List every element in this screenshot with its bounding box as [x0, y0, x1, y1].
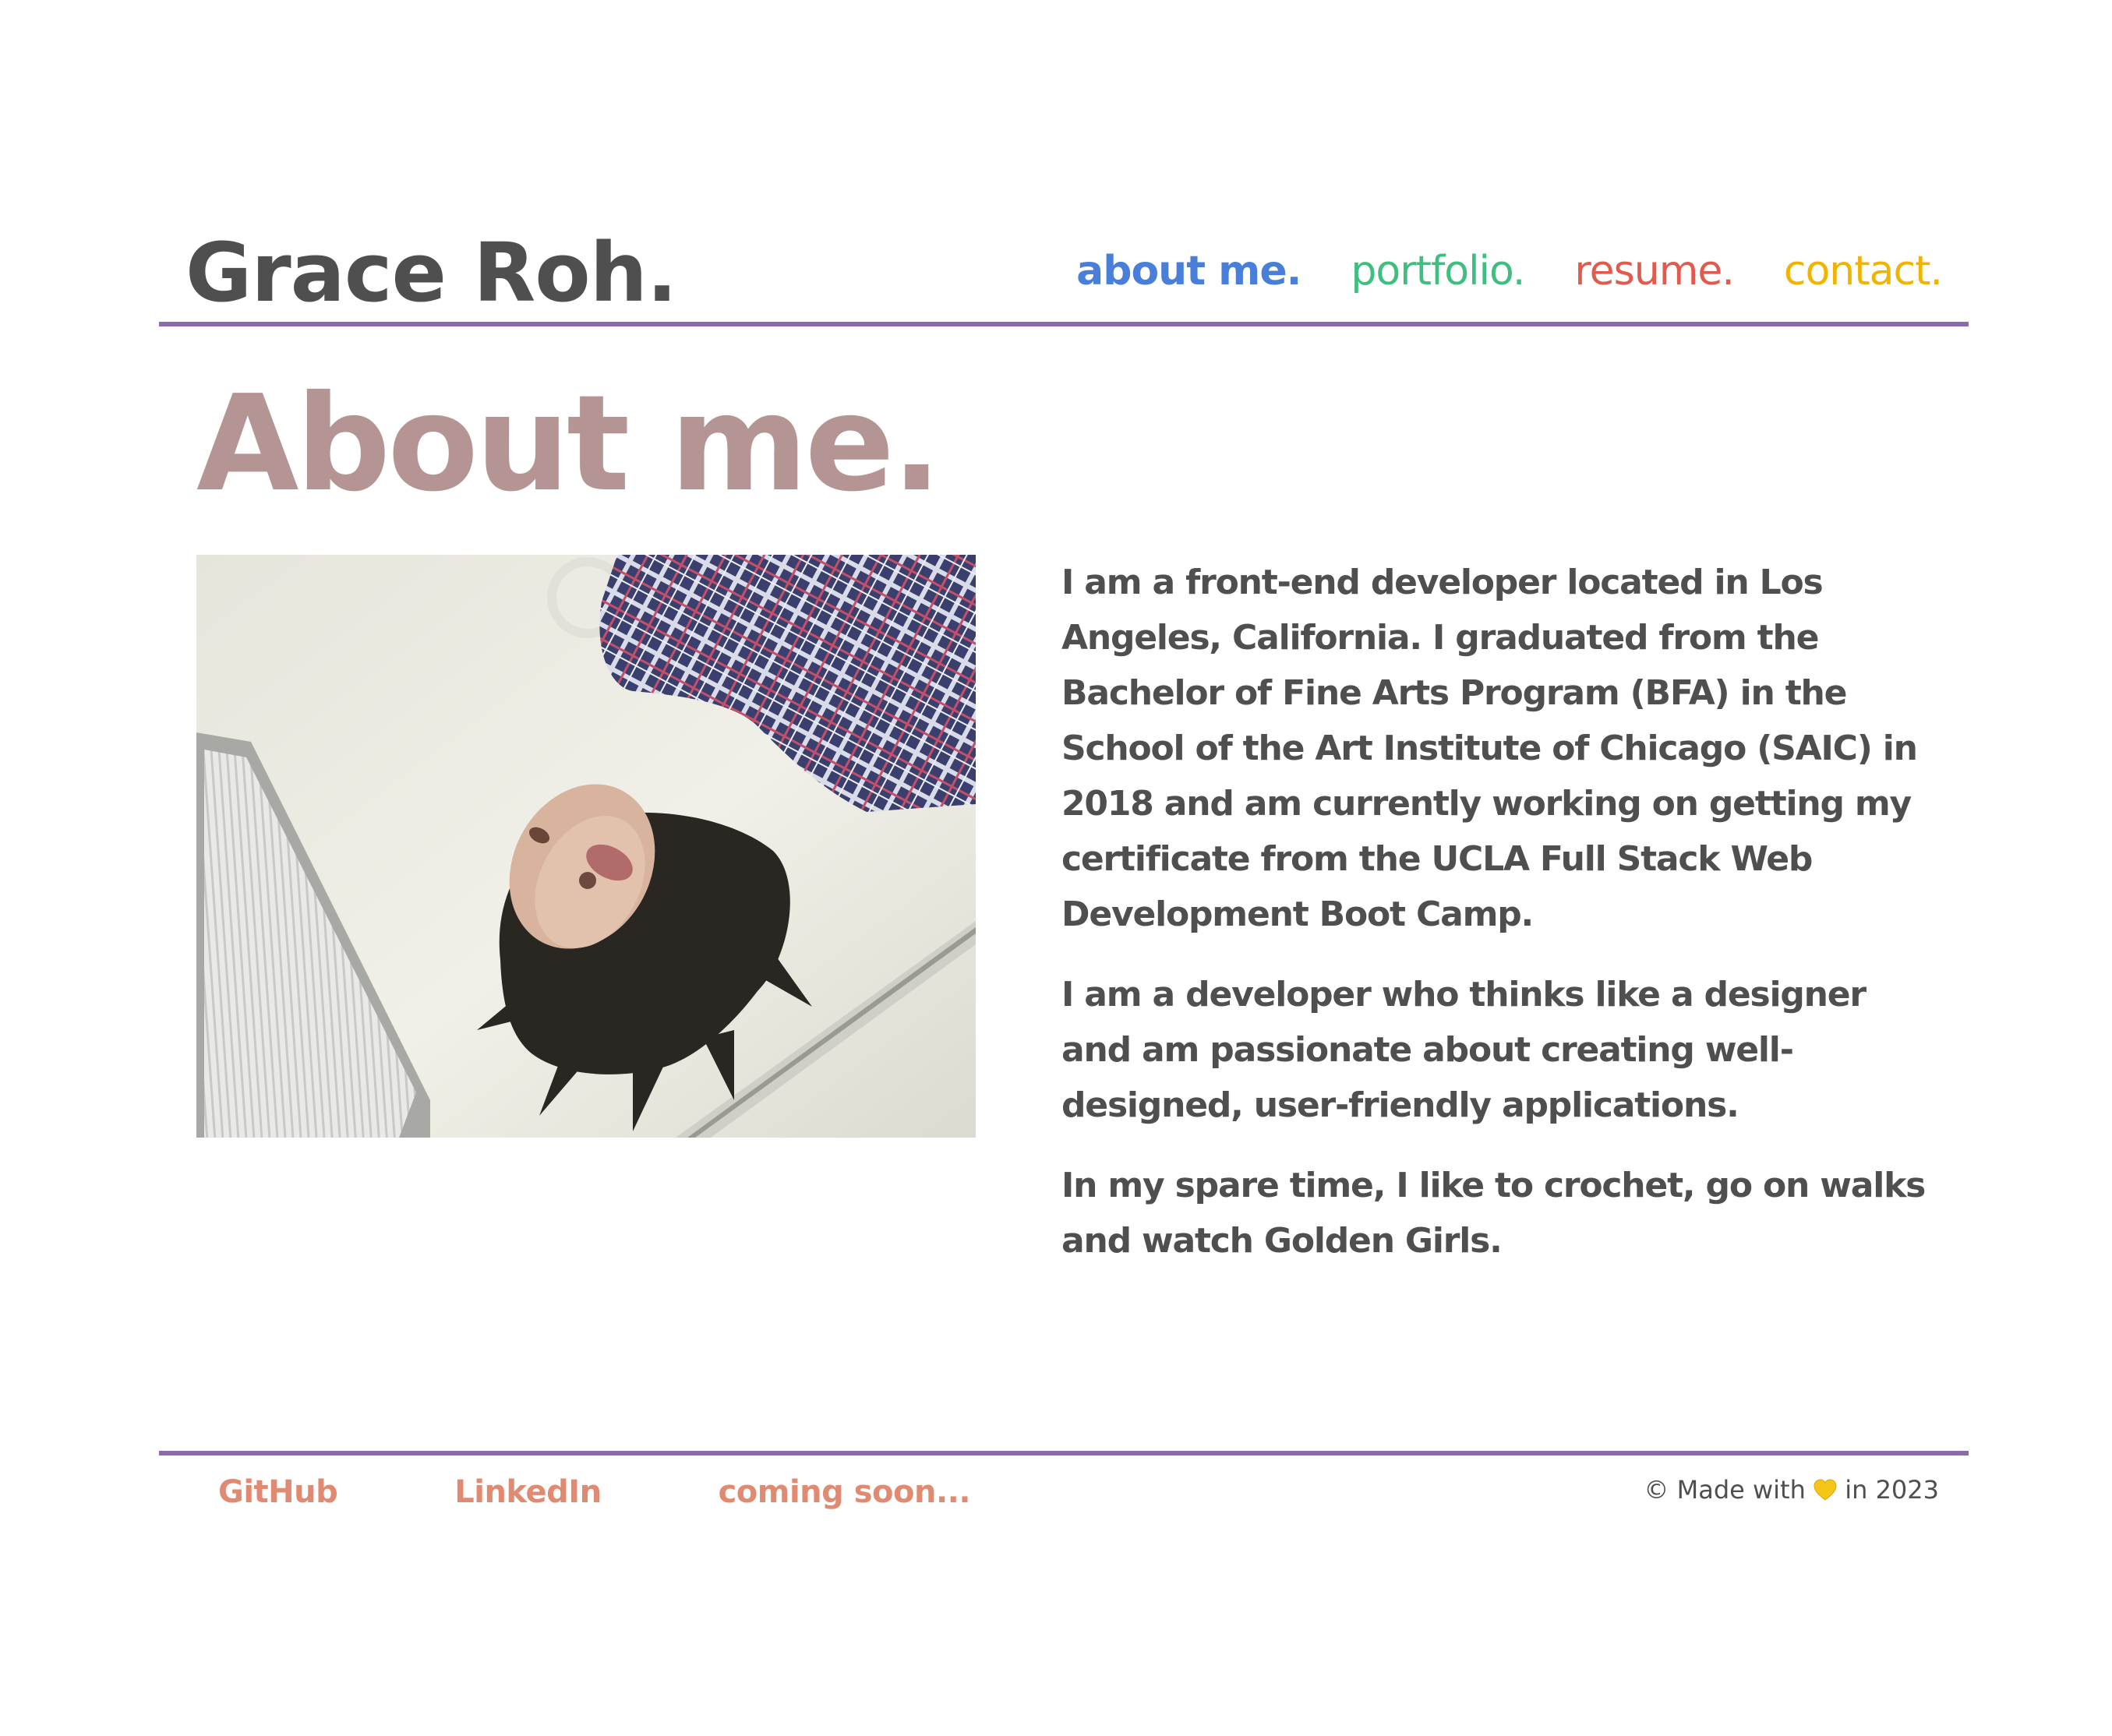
nav-about-me[interactable]: about me. [1076, 232, 1301, 310]
nav-portfolio[interactable]: portfolio. [1351, 232, 1525, 310]
coming-soon-link[interactable]: coming soon... [719, 1465, 971, 1519]
site-header: Grace Roh. about me. portfolio. resume. … [159, 218, 1969, 327]
bio-paragraph: I am a front-end developer located in Lo… [1061, 563, 1918, 934]
nav-resume[interactable]: resume. [1574, 232, 1734, 310]
copyright-suffix: in 2023 [1845, 1475, 1939, 1505]
copyright-prefix: © Made with [1644, 1475, 1806, 1505]
profile-photo [196, 555, 976, 1138]
bio: I am a front-end developer located in Lo… [1061, 555, 1934, 1293]
bio-paragraph: I am a developer who thinks like a desig… [1061, 975, 1867, 1125]
header-divider [159, 322, 1969, 326]
copyright: © Made with in 2023 [1644, 1465, 1939, 1515]
site-title[interactable]: Grace Roh. [185, 218, 677, 327]
footer-divider [159, 1451, 1969, 1455]
page-heading: About me. [196, 367, 942, 521]
github-link[interactable]: GitHub [218, 1465, 338, 1519]
footer-links: GitHub LinkedIn coming soon... [218, 1465, 971, 1519]
linkedin-link[interactable]: LinkedIn [454, 1465, 602, 1519]
bio-paragraph: In my spare time, I like to crochet, go … [1061, 1166, 1926, 1261]
nav-contact[interactable]: contact. [1784, 232, 1943, 310]
page: Grace Roh. about me. portfolio. resume. … [0, 0, 2112, 1736]
heart-icon [1814, 1467, 1837, 1501]
main-nav: about me. portfolio. resume. contact. [1076, 232, 1943, 310]
